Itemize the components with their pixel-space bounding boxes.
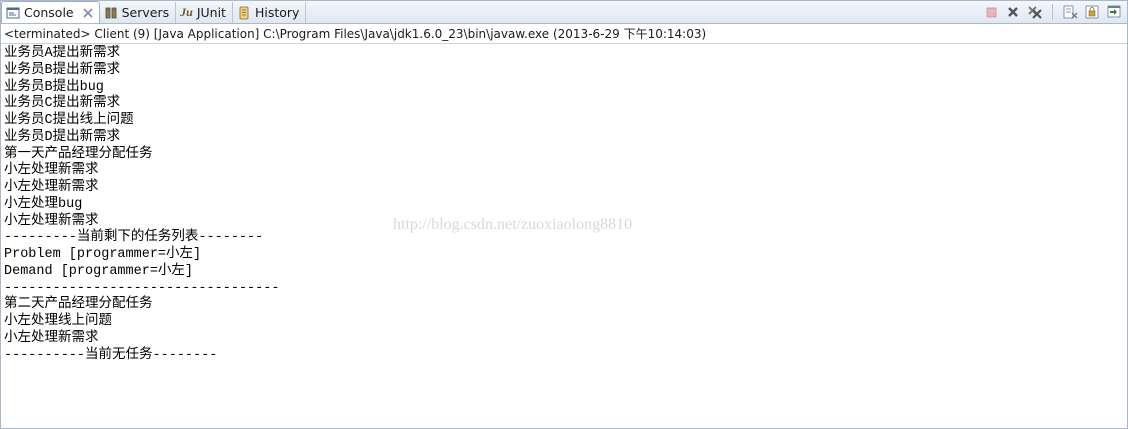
console-line: 业务员D提出新需求 xyxy=(4,129,121,145)
console-line: 小左处理新需求 xyxy=(4,213,99,229)
remove-launch-icon[interactable] xyxy=(1004,3,1022,21)
console-line: 小左处理新需求 xyxy=(4,330,99,346)
console-line: 业务员C提出线上问题 xyxy=(4,113,134,128)
scroll-lock-icon[interactable] xyxy=(1083,3,1101,21)
console-line: 小左处理新需求 xyxy=(4,180,99,195)
watermark: http://blog.csdn.net/zuoxiaolong8810 xyxy=(393,216,633,233)
console-view: Console Servers Ju JUnit History <termin… xyxy=(0,0,1128,429)
launch-status: <terminated> Client (9) [Java Applicatio… xyxy=(1,24,1127,44)
console-line: 第一天产品经理分配任务 xyxy=(4,146,153,162)
remove-all-terminated-icon[interactable] xyxy=(1026,3,1044,21)
tab-console-label: Console xyxy=(24,5,74,20)
tab-history-label: History xyxy=(254,5,300,20)
servers-icon xyxy=(104,6,118,20)
console-icon xyxy=(6,6,20,20)
tab-console[interactable]: Console xyxy=(1,1,100,23)
tab-junit[interactable]: Ju JUnit xyxy=(176,2,233,23)
console-line: ---------当前剩下的任务列表-------- xyxy=(4,230,264,246)
console-line: 小左处理线上问题 xyxy=(4,314,112,329)
console-line: ----------当前无任务-------- xyxy=(4,347,218,363)
console-line: 业务员C提出新需求 xyxy=(4,96,121,112)
history-icon xyxy=(237,6,251,20)
console-output[interactable]: http://blog.csdn.net/zuoxiaolong8810 业务员… xyxy=(1,45,1127,428)
console-line: 第二天产品经理分配任务 xyxy=(4,297,153,313)
console-line: Problem [programmer=小左] xyxy=(4,247,202,262)
pin-console-icon[interactable] xyxy=(1105,3,1123,21)
console-line: ---------------------------------- xyxy=(4,280,280,296)
console-line: 小左处理bug xyxy=(4,196,83,212)
tab-history[interactable]: History xyxy=(233,2,307,23)
terminate-icon[interactable] xyxy=(982,3,1000,21)
console-line: 业务员B提出新需求 xyxy=(4,62,121,78)
console-line: 业务员A提出新需求 xyxy=(4,46,121,61)
close-icon[interactable] xyxy=(82,7,94,19)
console-toolbar xyxy=(982,3,1123,21)
tab-servers[interactable]: Servers xyxy=(100,2,177,23)
toolbar-separator xyxy=(1052,4,1053,20)
console-line: Demand [programmer=小左] xyxy=(4,263,194,279)
tab-junit-label: JUnit xyxy=(196,5,226,20)
tab-servers-label: Servers xyxy=(121,5,170,20)
clear-console-icon[interactable] xyxy=(1061,3,1079,21)
console-line: 业务员B提出bug xyxy=(4,79,104,95)
console-line: 小左处理新需求 xyxy=(4,163,99,179)
junit-icon: Ju xyxy=(180,5,193,19)
view-tab-bar: Console Servers Ju JUnit History xyxy=(1,1,1127,24)
